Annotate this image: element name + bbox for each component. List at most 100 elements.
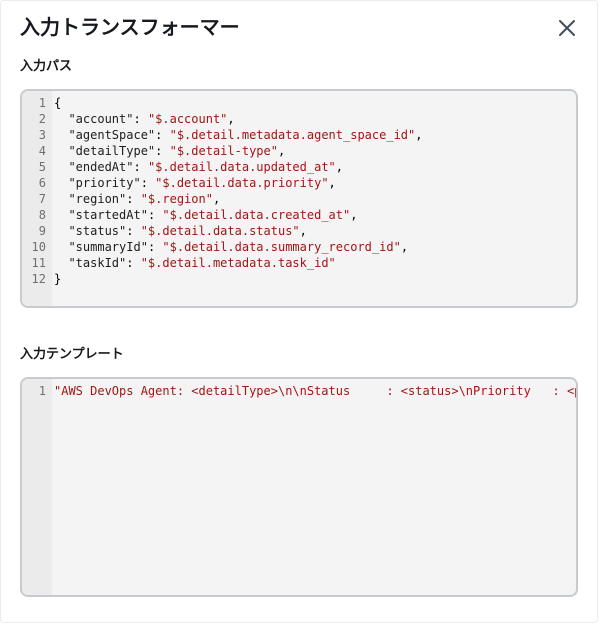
json-punctuation [54,224,68,238]
json-punctuation: , [415,128,423,142]
code-line: 9 "status": "$.detail.data.status", [22,223,576,239]
line-number: 12 [31,272,46,286]
code-line: 1{ [22,95,576,111]
json-string: "$.detail.metadata.agent_space_id" [169,128,416,142]
json-key: "status" [68,224,127,238]
json-punctuation [54,256,68,270]
json-punctuation: : [126,256,141,270]
input-template-code[interactable]: 1 "AWS DevOps Agent: <detailType>\n\nStat… [22,383,576,399]
code-line: 3 "agentSpace": "$.detail.metadata.agent… [22,127,576,143]
code-line: 12} [22,271,576,287]
line-number: 1 [38,96,46,110]
input-template-editor[interactable]: 1 "AWS DevOps Agent: <detailType>\n\nStat… [20,377,578,597]
json-punctuation: : [133,112,148,126]
json-punctuation [54,144,68,158]
code-line: 10 "summaryId": "$.detail.data.summary_r… [22,239,576,255]
code-line: 8 "startedAt": "$.detail.data.created_at… [22,207,576,223]
json-punctuation: , [335,160,344,174]
json-key: "agentSpace" [68,128,156,142]
json-punctuation: , [227,112,235,126]
code-text: "status": "$.detail.data.status", [52,223,307,239]
json-string: "$.detail.data.created_at" [162,208,351,222]
input-path-editor[interactable]: 1{2 "account": "$.account", 3 "agentSpace… [20,89,578,308]
json-punctuation [54,160,68,174]
json-punctuation [54,208,68,222]
json-string: "$.detail.data.priority" [155,176,329,190]
code-text: "AWS DevOps Agent: <detailType>\n\nStatu… [52,383,578,399]
input-template-gutter [22,379,52,595]
json-punctuation: : [126,224,141,238]
code-text: "detailType": "$.detail-type", [52,143,285,159]
input-path-code[interactable]: 1{2 "account": "$.account", 3 "agentSpace… [22,95,576,287]
code-line: 4 "detailType": "$.detail-type", [22,143,576,159]
json-punctuation: : [155,144,170,158]
json-punctuation [54,128,68,142]
json-string: "$.account" [147,112,228,126]
json-punctuation [54,240,68,254]
line-number: 6 [38,176,46,190]
json-punctuation: , [328,176,336,190]
json-punctuation [54,176,68,190]
json-string: "$.detail.data.summary_record_id" [162,240,401,254]
code-line: 2 "account": "$.account", [22,111,576,127]
json-punctuation: : [147,240,163,254]
code-text: "agentSpace": "$.detail.metadata.agent_s… [52,127,422,143]
code-text: "account": "$.account", [52,111,235,127]
code-text: { [52,95,61,111]
code-line: 1 "AWS DevOps Agent: <detailType>\n\nStat… [22,383,576,399]
json-punctuation [54,112,68,126]
json-punctuation: , [277,144,286,158]
code-text: "startedAt": "$.detail.data.created_at", [52,207,357,223]
json-punctuation: , [212,192,221,206]
json-key: "endedAt" [68,160,134,174]
input-path-label: 入力パス [20,59,73,74]
line-number: 7 [38,192,46,206]
json-string: "$.detail.data.status" [140,224,300,238]
line-number: 4 [38,144,46,158]
code-line: 6 "priority": "$.detail.data.priority", [22,175,576,191]
input-template-label: 入力テンプレート [20,347,124,362]
json-string: "$.detail.data.updated_at" [147,160,336,174]
json-punctuation: } [54,272,62,286]
json-punctuation: : [155,128,170,142]
line-number: 10 [31,240,46,254]
json-punctuation [54,192,68,206]
json-punctuation: { [54,96,62,110]
json-punctuation: , [299,224,307,238]
code-text: "summaryId": "$.detail.data.summary_reco… [52,239,408,255]
json-string: "$.detail.metadata.task_id" [140,256,336,270]
json-punctuation: : [147,208,163,222]
close-icon [559,20,575,36]
code-line: 5 "endedAt": "$.detail.data.updated_at", [22,159,576,175]
input-transformer-modal: 入力トランスフォーマー 入力パス 1{2 "account": "$.accou… [0,0,598,623]
code-text: "taskId": "$.detail.metadata.task_id" [52,255,336,271]
json-punctuation: , [350,208,358,222]
line-number: 9 [38,224,46,238]
json-key: "summaryId" [68,240,148,254]
json-string: "AWS DevOps Agent: <detailType>\n\nStatu… [54,384,578,398]
json-punctuation: : [126,192,141,206]
json-key: "startedAt" [68,208,148,222]
line-number: 1 [38,384,46,398]
modal-title: 入力トランスフォーマー [20,15,240,39]
code-line: 7 "region": "$.region", [22,191,576,207]
json-key: "detailType" [68,144,156,158]
json-punctuation: : [133,160,148,174]
code-text: "priority": "$.detail.data.priority", [52,175,336,191]
line-number: 2 [38,112,46,126]
line-number: 8 [38,208,46,222]
code-text: } [52,271,61,287]
code-line: 11 "taskId": "$.detail.metadata.task_id" [22,255,576,271]
line-number: 3 [38,128,46,142]
json-key: "priority" [68,176,141,190]
json-punctuation: : [140,176,156,190]
json-key: "taskId" [68,256,127,270]
code-text: "endedAt": "$.detail.data.updated_at", [52,159,343,175]
json-key: "region" [68,192,127,206]
close-button[interactable] [552,14,582,42]
json-string: "$.detail-type" [169,144,278,158]
line-number: 5 [38,160,46,174]
json-punctuation: , [400,240,409,254]
line-number: 11 [31,256,46,270]
json-key: "account" [68,112,134,126]
